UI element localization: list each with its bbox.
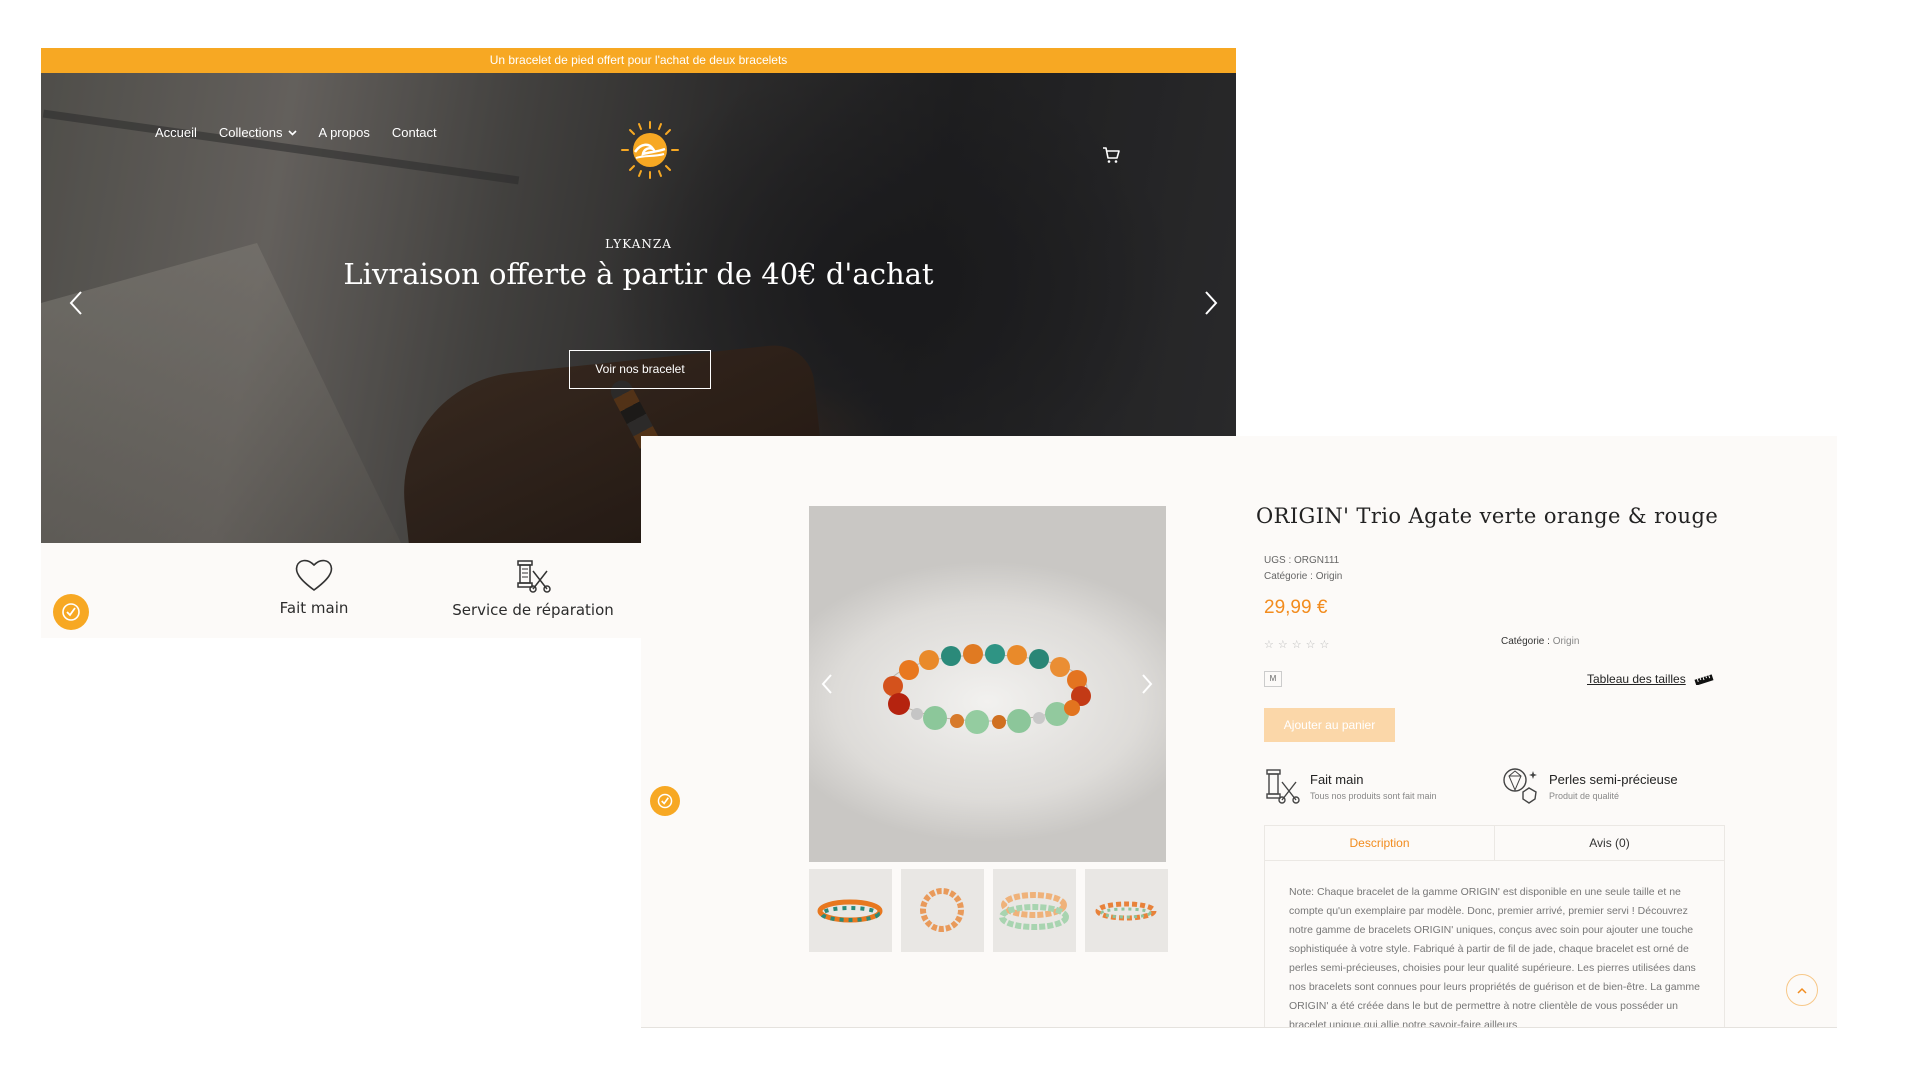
size-table-label: Tableau des tailles: [1587, 672, 1686, 686]
nav-item-collections-label: Collections: [218, 125, 283, 140]
tab-avis[interactable]: Avis (0): [1495, 826, 1724, 860]
feature-fait-main-label: Fait main: [279, 599, 349, 617]
thumbnail-1[interactable]: [809, 869, 892, 952]
heart-icon: [295, 559, 333, 591]
tab-description[interactable]: Description: [1265, 826, 1495, 860]
hero-cta-button[interactable]: Voir nos bracelet: [569, 350, 711, 389]
feature-title: Perles semi-précieuse: [1549, 772, 1678, 787]
feature-title: Fait main: [1310, 772, 1364, 787]
star-icon: ☆: [1291, 639, 1302, 651]
chevron-down-icon: [287, 129, 297, 136]
thumbnail-bracelet-image: [817, 899, 883, 923]
star-icon: ☆: [1277, 639, 1288, 651]
product-feature-perles: Perles semi-précieuse Produit de qualité: [1501, 766, 1678, 806]
nav-item-contact[interactable]: Contact: [392, 125, 437, 140]
check-clock-icon: [62, 603, 80, 621]
check-clock-icon: [657, 793, 673, 809]
product-tabs: Description Avis (0): [1264, 825, 1725, 861]
size-option-m[interactable]: M: [1264, 671, 1282, 687]
main-nav: Accueil Collections A propos Contact: [41, 113, 1236, 179]
product-category: Catégorie : Origin: [1264, 571, 1343, 582]
image-next-icon[interactable]: [1139, 672, 1155, 696]
product-page-screenshot: ORIGIN' Trio Agate verte orange & rouge …: [641, 436, 1837, 1028]
hero-brand: LYKANZA: [605, 237, 672, 251]
bracelet-image: [883, 644, 1091, 734]
gem-icon: [1503, 768, 1537, 804]
accessibility-badge[interactable]: [53, 594, 89, 630]
feature-reparation-label: Service de réparation: [452, 601, 614, 619]
thumbnail-bracelet-image: [999, 892, 1069, 930]
product-sku: UGS : ORGN111: [1264, 555, 1340, 566]
star-icon: ☆: [1264, 639, 1274, 651]
description-text: Note: Chaque bracelet de la gamme ORIGIN…: [1289, 886, 1700, 1028]
thumbnail-bracelet-image: [920, 888, 964, 932]
nav-item-collections[interactable]: Collections: [219, 125, 297, 140]
thumbnail-bracelet-image: [1095, 901, 1157, 921]
hero-title: Livraison offerte à partir de 40€ d'acha…: [343, 257, 934, 291]
feature-subtitle: Produit de qualité: [1549, 791, 1620, 801]
nav-item-accueil[interactable]: Accueil: [155, 125, 197, 140]
scroll-to-top-button[interactable]: [1786, 974, 1818, 1006]
sun-wave-logo[interactable]: [619, 119, 681, 181]
rating-stars: ☆ ☆ ☆ ☆ ☆: [1264, 638, 1329, 651]
product-category-secondary: Catégorie : Origin: [1501, 636, 1579, 647]
chevron-up-icon: [1797, 987, 1807, 994]
thumbnail-strip: [809, 869, 1168, 952]
description-panel: Note: Chaque bracelet de la gamme ORIGIN…: [1264, 861, 1725, 1028]
add-to-cart-button[interactable]: Ajouter au panier: [1264, 708, 1395, 742]
sewing-icon: [1266, 769, 1300, 804]
feature-subtitle: Tous nos produits sont fait main: [1310, 791, 1437, 801]
feature-reparation: Service de réparation: [443, 557, 623, 619]
image-prev-icon[interactable]: [819, 672, 835, 696]
product-title: ORIGIN' Trio Agate verte orange & rouge: [1256, 504, 1719, 528]
product-feature-fait-main: Fait main Tous nos produits sont fait ma…: [1264, 766, 1437, 806]
slider-next-icon[interactable]: [1198, 288, 1222, 318]
thumbnail-4[interactable]: [1085, 869, 1168, 952]
category-link[interactable]: Origin: [1553, 636, 1580, 647]
thumbnail-2[interactable]: [901, 869, 984, 952]
star-icon: ☆: [1305, 639, 1316, 651]
accessibility-badge[interactable]: [650, 786, 680, 816]
star-icon: ☆: [1319, 639, 1330, 651]
ruler-icon: [1694, 674, 1714, 685]
category-label: Catégorie :: [1501, 636, 1553, 647]
repair-icon: [517, 560, 551, 593]
product-price: 29,99 €: [1264, 597, 1328, 618]
promo-banner: Un bracelet de pied offert pour l'achat …: [41, 48, 1236, 73]
product-main-image[interactable]: [809, 506, 1166, 862]
slider-prev-icon[interactable]: [65, 288, 89, 318]
cart-icon[interactable]: [1101, 145, 1121, 165]
size-table-link[interactable]: Tableau des tailles: [1587, 672, 1714, 686]
nav-item-a-propos[interactable]: A propos: [319, 125, 370, 140]
thumbnail-3[interactable]: [993, 869, 1076, 952]
feature-fait-main: Fait main: [269, 557, 359, 617]
